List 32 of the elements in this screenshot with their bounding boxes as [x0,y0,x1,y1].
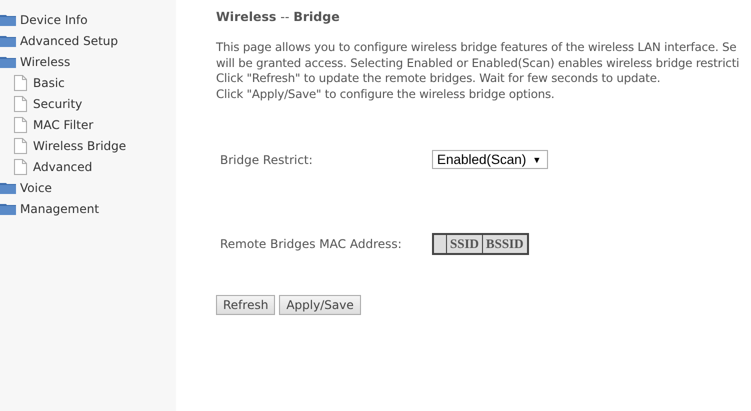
folder-icon [0,182,16,194]
sidebar-item[interactable]: Wireless [0,51,176,72]
description-text: Click "Apply/Save" to configure the wireless bridge options. [216,86,554,102]
page-icon [14,116,27,132]
sidebar-item[interactable]: Advanced Setup [0,30,176,51]
page-icon [14,96,27,112]
sidebar-item[interactable]: Voice [0,177,176,198]
column-header: BSSID [482,235,526,253]
sidebar-item[interactable]: Basic [0,72,176,93]
description-text: This page allows you to configure wireless bridge features of the wireless LAN interface. Se [216,40,736,56]
sidebar-item[interactable]: Wireless Bridge [0,135,176,156]
action-button[interactable]: Apply/Save [279,295,361,315]
page-icon [14,138,27,154]
folder-icon [0,34,16,46]
folder-icon [0,202,16,214]
folder-icon [0,14,16,26]
page-icon [14,74,27,90]
page-icon [14,158,27,174]
field-label: Remote Bridges MAC Address: [219,237,403,251]
description-text: Click "Refresh" to update the remote bridges. Wait for few seconds to update. [216,71,660,86]
bridge-restrict-dropdown[interactable]: Enabled(Scan) ▼ [432,150,548,169]
page-title: Wireless -- Bridge [216,9,341,24]
sidebar-item[interactable]: Management [0,198,176,219]
action-button[interactable]: Refresh [216,295,276,315]
column-header: SSID [446,235,482,253]
sidebar-item[interactable]: Security [0,93,176,114]
field-label: Bridge Restrict: [219,152,314,166]
sidebar-item[interactable]: Advanced [0,156,176,177]
description-text: will be granted access. Selecting Enabled or Enabled(Scan) enables wireless bridge restricti [216,56,740,71]
sidebar-item[interactable]: Device Info [0,9,176,30]
folder-icon [0,56,16,68]
sidebar-item[interactable]: MAC Filter [0,114,176,135]
